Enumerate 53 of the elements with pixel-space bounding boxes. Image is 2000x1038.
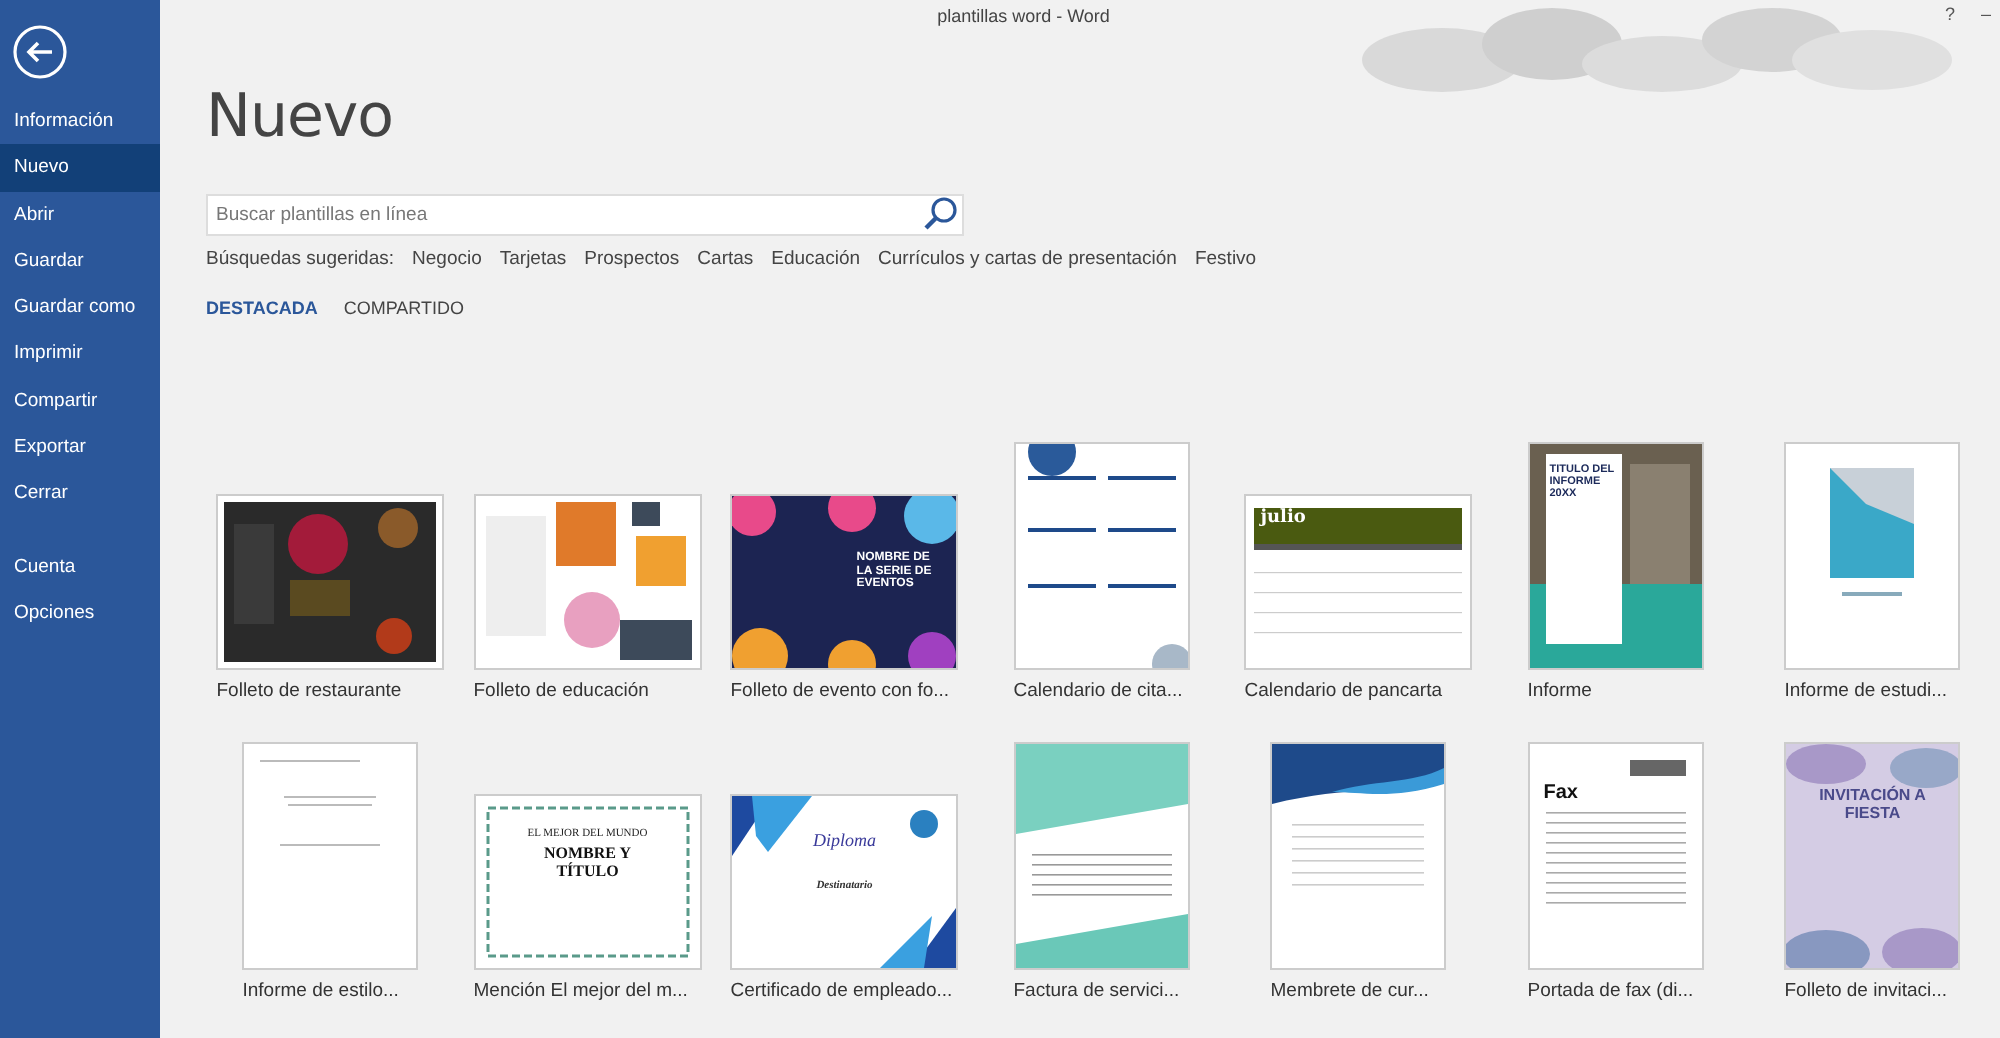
nav-item[interactable]: Abrir	[0, 191, 160, 238]
template-thumbnail[interactable]: INVITACIÓN A FIESTA	[1784, 742, 1961, 970]
template-name[interactable]: Portada de fax (di...	[1527, 980, 1694, 1002]
template-name[interactable]: Mención El mejor del m...	[473, 980, 688, 1002]
search-icon[interactable]	[922, 196, 958, 232]
template-thumbnail[interactable]	[1270, 742, 1447, 970]
template-name[interactable]: Informe de estilo...	[242, 980, 399, 1002]
suggested-search-link[interactable]: Tarjetas	[499, 247, 567, 269]
nav-item[interactable]: Compartir	[0, 377, 160, 425]
template-heading: INVITACIÓN A FIESTA	[1817, 788, 1928, 824]
nav-item[interactable]: Cuenta	[0, 543, 160, 590]
template-thumbnail[interactable]	[242, 742, 419, 970]
page-heading: Nuevo	[206, 82, 396, 154]
nav-item[interactable]: Imprimir	[0, 330, 160, 378]
nav-item[interactable]: Información	[0, 98, 160, 145]
window-title: plantillas word - Word	[937, 6, 1110, 28]
suggested-search-link[interactable]: Educación	[771, 247, 861, 269]
template-name[interactable]: Calendario de pancarta	[1244, 680, 1443, 702]
nav-item[interactable]: Opciones	[0, 589, 160, 637]
template-name[interactable]: Folleto de invitaci...	[1784, 980, 1948, 1002]
suggested-search-link[interactable]: Negocio	[412, 247, 482, 269]
nav-item[interactable]: Exportar	[0, 424, 160, 471]
template-name[interactable]: Folleto de educación	[473, 680, 649, 702]
template-name[interactable]: Informe de estudi...	[1784, 680, 1948, 702]
template-name[interactable]: Calendario de cita...	[1013, 680, 1183, 702]
template-heading: Fax	[1543, 782, 1578, 804]
minimize-button[interactable]: –	[1974, 4, 1997, 24]
template-name[interactable]: Certificado de empleado...	[730, 980, 953, 1002]
nav-item[interactable]: Guardar como	[0, 284, 160, 331]
template-heading: Diploma	[811, 832, 878, 852]
nav-item[interactable]: Nuevo	[0, 144, 160, 192]
suggested-search-link[interactable]: Prospectos	[584, 247, 680, 269]
tab[interactable]: COMPARTIDO	[343, 298, 465, 318]
document-drawing	[260, 760, 381, 846]
nav-item[interactable]: Cerrar	[0, 470, 160, 518]
suggested-search-link[interactable]: Cartas	[697, 247, 754, 269]
tab[interactable]: DESTACADA	[206, 298, 318, 318]
template-name[interactable]: Membrete de cur...	[1270, 980, 1429, 1002]
help-button[interactable]: ?	[1938, 4, 1961, 24]
template-name[interactable]: Factura de servici...	[1013, 980, 1180, 1002]
template-name[interactable]: Informe	[1527, 680, 1592, 702]
suggested-search-link[interactable]: Festivo	[1194, 247, 1257, 269]
fax-drawing	[1545, 760, 1686, 904]
template-name[interactable]: Folleto de evento con fo...	[730, 680, 950, 702]
template-thumbnail[interactable]: Fax	[1527, 742, 1704, 970]
suggested-searches-label: Búsquedas sugeridas:	[206, 247, 395, 269]
template-name[interactable]: Folleto de restaurante	[216, 680, 402, 702]
search-field[interactable]: Buscar plantillas en línea	[206, 194, 964, 236]
template-heading: NOMBRE Y TÍTULO	[542, 846, 633, 882]
suggested-search-link[interactable]: Currículos y cartas de presentación	[878, 247, 1177, 269]
template-thumbnail[interactable]: julio	[1244, 494, 1473, 670]
template-heading: julio	[1260, 510, 1306, 530]
nav-item[interactable]: Guardar	[0, 237, 160, 285]
